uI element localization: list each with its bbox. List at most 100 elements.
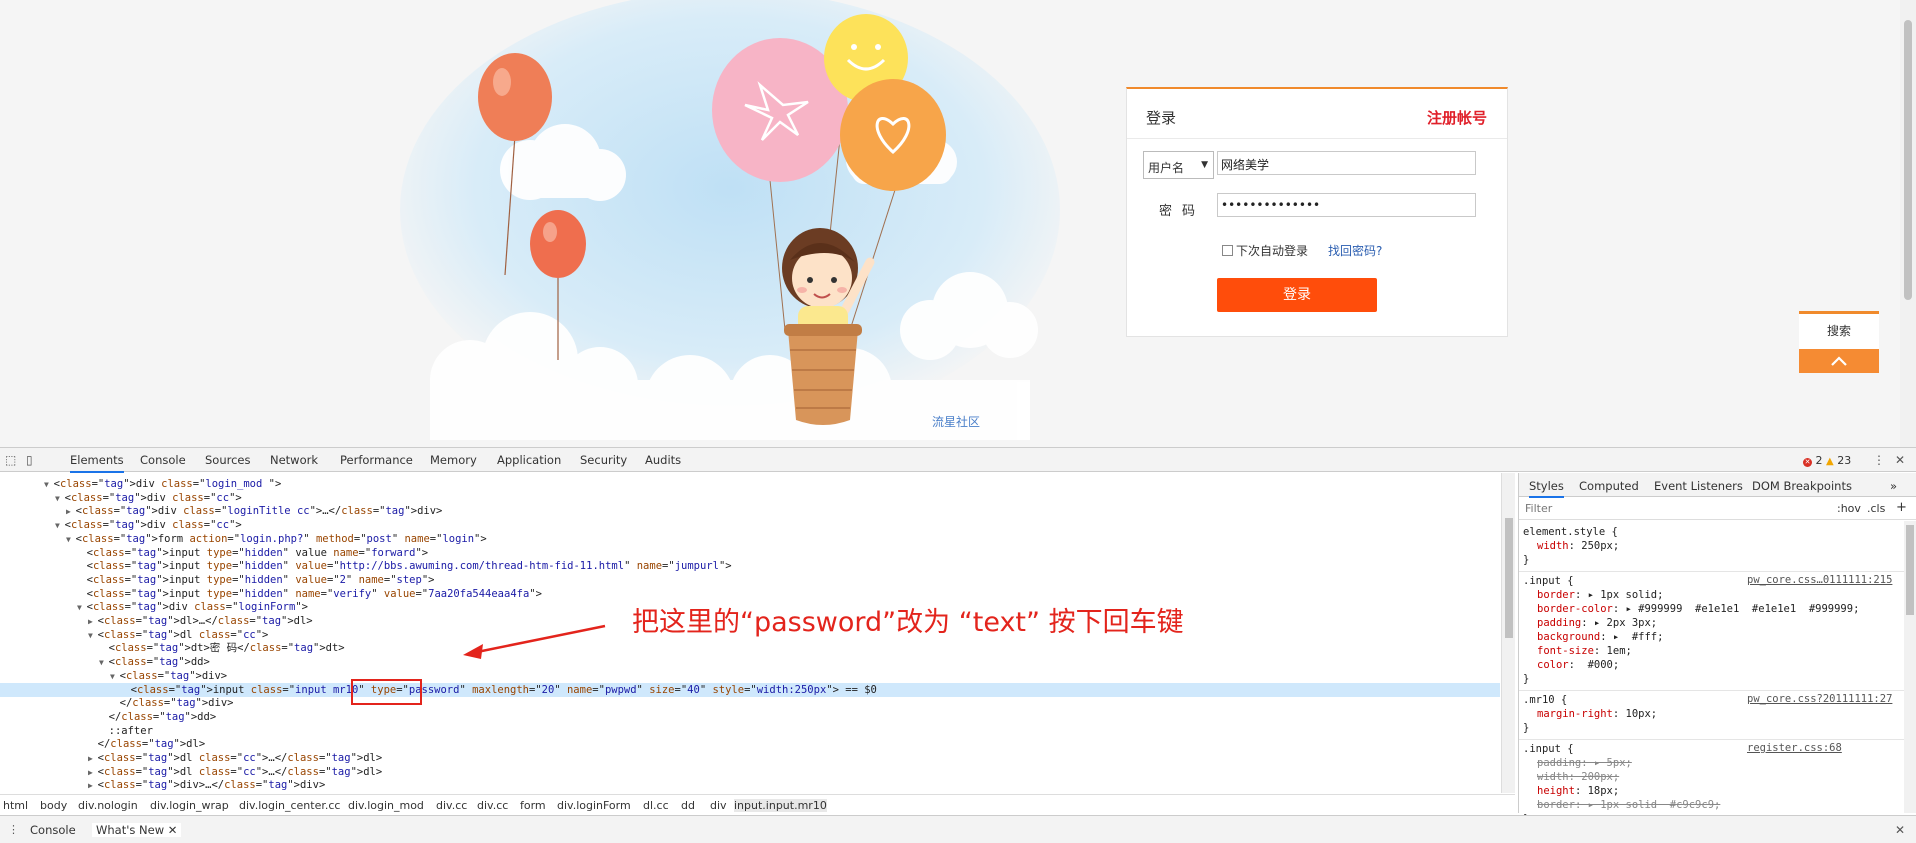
dom-node[interactable]: <class="tag">input type="hidden" value="… xyxy=(0,573,435,587)
devtools-tab-network[interactable]: Network xyxy=(270,453,318,467)
devtools-tab-audits[interactable]: Audits xyxy=(645,453,681,467)
style-property[interactable]: height: 18px; xyxy=(1537,784,1619,798)
breadcrumb-item[interactable]: body xyxy=(40,799,67,812)
inspect-element-icon[interactable]: ⬚ xyxy=(5,453,16,467)
more-tabs-icon[interactable]: » xyxy=(1890,479,1897,493)
close-devtools-icon[interactable]: ✕ xyxy=(1895,453,1905,467)
page-scroll-thumb[interactable] xyxy=(1904,20,1912,300)
devtools-tab-elements[interactable]: Elements xyxy=(70,453,124,473)
dom-node[interactable]: </class="tag">dl> xyxy=(0,737,206,751)
style-property[interactable]: border: ▸ 1px solid; xyxy=(1537,588,1663,602)
drawer-tab-whats-new[interactable]: What's New ✕ xyxy=(92,823,182,837)
style-property[interactable]: margin-right: 10px; xyxy=(1537,707,1657,721)
styles-tab-event-listeners[interactable]: Event Listeners xyxy=(1654,479,1743,493)
elements-scroll-thumb[interactable] xyxy=(1505,518,1513,638)
rule-source-link[interactable]: pw_core.css?20111111:27 xyxy=(1747,693,1892,705)
style-property[interactable]: font-size: 1em; xyxy=(1537,644,1632,658)
rule-selector[interactable]: .mr10 { xyxy=(1523,693,1567,707)
new-rule-icon[interactable]: + xyxy=(1896,500,1907,515)
dom-node[interactable]: ▼ <class="tag">div class="cc"> xyxy=(0,491,242,505)
username-input[interactable]: 网络美学 xyxy=(1217,151,1476,175)
dom-node[interactable]: ▼ <class="tag">dl class="cc"> xyxy=(0,628,268,642)
back-to-top-button[interactable] xyxy=(1799,349,1879,373)
close-drawer-icon[interactable]: ✕ xyxy=(1895,823,1905,837)
dom-node[interactable]: ▶ <class="tag">div class="loginTitle cc"… xyxy=(0,504,442,518)
remember-me[interactable]: 下次自动登录 xyxy=(1222,242,1308,259)
rule-source-link[interactable]: register.css:68 xyxy=(1747,742,1842,754)
elements-scrollbar[interactable] xyxy=(1501,473,1515,793)
dom-node[interactable]: ▼ <class="tag">form action="login.php?" … xyxy=(0,532,487,546)
devtools-tab-security[interactable]: Security xyxy=(580,453,627,467)
error-warning-badge[interactable]: ✕ 2 ▲ 23 xyxy=(1803,454,1851,467)
hov-toggle[interactable]: :hov xyxy=(1837,502,1861,515)
dom-node-selected[interactable]: <class="tag">input class="input mr10" ty… xyxy=(0,682,1500,697)
breadcrumb-item[interactable]: div.cc xyxy=(477,799,508,812)
styles-tab-styles[interactable]: Styles xyxy=(1529,479,1564,498)
rule-selector[interactable]: element.style { xyxy=(1523,525,1618,539)
breadcrumb-item[interactable]: div xyxy=(710,799,727,812)
style-property[interactable]: padding: ▸ 2px 3px; xyxy=(1537,616,1657,630)
breadcrumb-item[interactable]: div.cc xyxy=(436,799,467,812)
breadcrumb-item[interactable]: form xyxy=(520,799,546,812)
breadcrumb-item[interactable]: div.login_center.cc xyxy=(239,799,340,812)
breadcrumb-item[interactable]: dl.cc xyxy=(643,799,669,812)
style-property[interactable]: width: 200px; xyxy=(1537,770,1619,784)
style-property[interactable]: color: #000; xyxy=(1537,658,1619,672)
breadcrumb-item[interactable]: dd xyxy=(681,799,695,812)
close-drawer-tab-icon[interactable]: ✕ xyxy=(168,823,178,837)
dom-node[interactable]: ▼ <class="tag">div class="login_mod "> xyxy=(0,477,281,491)
side-search-button[interactable]: 搜索 xyxy=(1799,311,1879,349)
dom-node[interactable]: ▼ <class="tag">dd> xyxy=(0,655,210,669)
devtools-tab-application[interactable]: Application xyxy=(497,453,561,467)
dom-node[interactable]: ▼ <class="tag">div class="loginForm"> xyxy=(0,600,308,614)
styles-filter-input[interactable]: Filter xyxy=(1525,502,1552,515)
dom-node[interactable]: ▶ <class="tag">div>…</class="tag">div> xyxy=(0,778,325,792)
style-property[interactable]: border-color: ▸ #999999 #e1e1e1 #e1e1e1 … xyxy=(1537,602,1859,616)
site-name-link[interactable]: 流星社区 xyxy=(932,413,980,430)
style-property[interactable]: width: 250px; xyxy=(1537,539,1619,553)
styles-scrollbar[interactable] xyxy=(1904,521,1916,813)
drawer-menu-icon[interactable]: ⋮ xyxy=(8,823,19,836)
password-input[interactable]: •••••••••••••• xyxy=(1217,193,1476,217)
styles-tab-dom-breakpoints[interactable]: DOM Breakpoints xyxy=(1752,479,1852,493)
devtools-tab-performance[interactable]: Performance xyxy=(340,453,413,467)
dom-node[interactable]: <class="tag">input type="hidden" value="… xyxy=(0,559,732,573)
cls-toggle[interactable]: .cls xyxy=(1867,502,1885,515)
breadcrumb-item[interactable]: input.input.mr10 xyxy=(734,799,827,812)
style-property[interactable]: padding: ▸ 5px; xyxy=(1537,756,1632,770)
device-toolbar-icon[interactable]: ▯ xyxy=(26,453,33,467)
forgot-password-link[interactable]: 找回密码? xyxy=(1328,242,1382,259)
dom-node[interactable]: ▶ <class="tag">dl class="cc">…</class="t… xyxy=(0,751,382,765)
remember-checkbox[interactable] xyxy=(1222,245,1233,256)
devtools-tab-console[interactable]: Console xyxy=(140,453,186,467)
login-submit-button[interactable]: 登录 xyxy=(1217,278,1377,312)
drawer-tab-console[interactable]: Console xyxy=(30,823,76,837)
breadcrumb-item[interactable]: div.loginForm xyxy=(557,799,631,812)
dom-node[interactable]: ::after xyxy=(0,724,153,738)
more-options-icon[interactable]: ⋮ xyxy=(1873,453,1885,467)
dom-node[interactable]: ▼ <class="tag">div class="cc"> xyxy=(0,518,242,532)
rule-selector[interactable]: .input { xyxy=(1523,742,1574,756)
styles-tab-computed[interactable]: Computed xyxy=(1579,479,1639,493)
breadcrumb-item[interactable]: div.login_mod xyxy=(348,799,424,812)
dom-node[interactable]: </class="tag">div> xyxy=(0,696,234,710)
style-property[interactable]: background: ▸ #fff; xyxy=(1537,630,1663,644)
dom-node[interactable]: <class="tag">input type="hidden" name="v… xyxy=(0,587,542,601)
devtools-tab-memory[interactable]: Memory xyxy=(430,453,477,467)
styles-scroll-thumb[interactable] xyxy=(1906,525,1914,615)
style-property[interactable]: border: ▸ 1px solid #c9c9c9; xyxy=(1537,798,1720,812)
dom-node[interactable]: ▶ <class="tag">dl>…</class="tag">dl> xyxy=(0,614,313,628)
register-link[interactable]: 注册帐号 xyxy=(1427,107,1487,128)
dom-node[interactable]: <class="tag">input type="hidden" value n… xyxy=(0,546,428,560)
rule-selector[interactable]: .input { xyxy=(1523,574,1574,588)
breadcrumb-item[interactable]: html xyxy=(3,799,28,812)
dom-node[interactable]: <class="tag">dt>密 码</class="tag">dt> xyxy=(0,641,345,655)
rule-source-link[interactable]: pw_core.css…0111111:215 xyxy=(1747,574,1892,586)
page-scrollbar[interactable] xyxy=(1900,0,1916,447)
login-type-select[interactable]: 用户名 ▼ xyxy=(1143,151,1214,179)
breadcrumb-item[interactable]: div.nologin xyxy=(78,799,138,812)
dom-node[interactable]: ▼ <class="tag">div> xyxy=(0,669,227,683)
breadcrumb-item[interactable]: div.login_wrap xyxy=(150,799,229,812)
devtools-tab-sources[interactable]: Sources xyxy=(205,453,251,467)
dom-node[interactable]: </class="tag">dd> xyxy=(0,710,217,724)
